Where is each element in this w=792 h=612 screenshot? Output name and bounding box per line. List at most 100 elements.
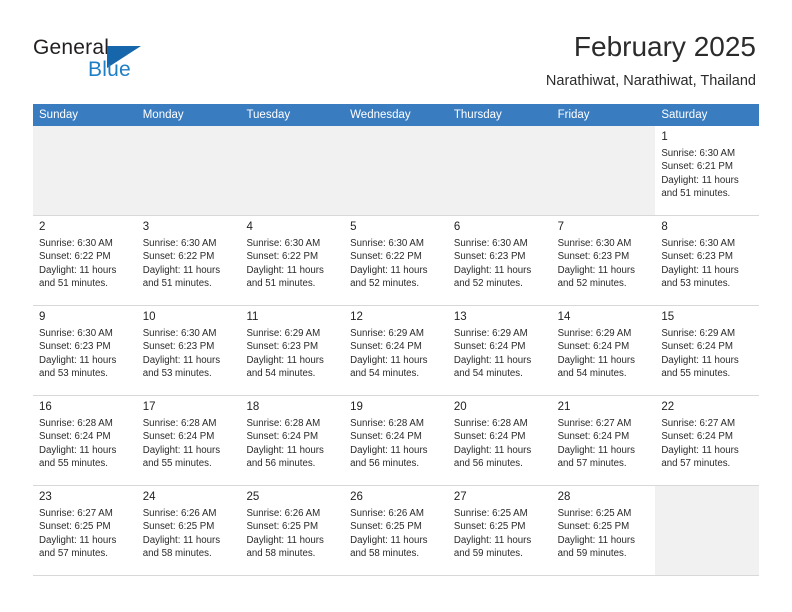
calendar-day-cell[interactable]: 27 Sunrise: 6:25 AM Sunset: 6:25 PM Dayligh… — [447, 486, 552, 575]
sunset-text: Sunset: 6:24 PM — [453, 341, 526, 353]
weekday-header-friday: Friday — [557, 109, 590, 121]
sunset-text: Sunset: 6:23 PM — [39, 341, 111, 353]
calendar-day-cell[interactable]: 2 Sunrise: 6:30 AM Sunset: 6:22 PM Daylight… — [33, 216, 137, 305]
sunrise-text: Sunrise: 6:29 AM — [453, 328, 528, 339]
day-number: 15 — [661, 311, 675, 323]
day-info — [240, 146, 345, 214]
calendar-day-cell[interactable]: 15 Sunrise: 6:29 AM Sunset: 6:24 PM Dayligh… — [655, 306, 760, 395]
calendar-day-cell[interactable]: 12 Sunrise: 6:29 AM Sunset: 6:24 PM Dayligh… — [344, 306, 448, 395]
calendar-day-cell[interactable]: 8 Sunrise: 6:30 AM Sunset: 6:23 PM Daylight… — [655, 216, 760, 305]
calendar-week-row: 9 Sunrise: 6:30 AM Sunset: 6:23 PM Daylight… — [33, 306, 760, 396]
day-number: 26 — [350, 491, 363, 503]
calendar-grid: Sunday Monday Tuesday Wednesday Thursday… — [33, 104, 760, 576]
sunrise-text: Sunrise: 6:29 AM — [350, 328, 424, 339]
sunrise-text: Sunrise: 6:30 AM — [661, 238, 736, 249]
daylight-text: Daylight: 11 hours and 56 minutes. — [246, 444, 324, 470]
daylight-text: Daylight: 11 hours and 56 minutes. — [350, 444, 428, 470]
calendar-day-cell[interactable]: 21 Sunrise: 6:27 AM Sunset: 6:24 PM Dayligh… — [551, 396, 656, 485]
calendar-day-cell[interactable]: 23 Sunrise: 6:27 AM Sunset: 6:25 PM Dayligh… — [33, 486, 137, 575]
calendar-day-cell[interactable]: 18 Sunrise: 6:28 AM Sunset: 6:24 PM Dayligh… — [240, 396, 345, 485]
day-number: 1 — [661, 131, 668, 143]
sunset-text: Sunset: 6:23 PM — [453, 251, 526, 263]
sunrise-text: Sunrise: 6:28 AM — [142, 418, 217, 429]
weekday-header-tuesday: Tuesday — [246, 109, 291, 121]
day-number: 7 — [557, 221, 564, 233]
daylight-text: Daylight: 11 hours and 53 minutes. — [661, 264, 739, 290]
calendar-day-cell[interactable]: 13 Sunrise: 6:29 AM Sunset: 6:24 PM Dayligh… — [447, 306, 552, 395]
day-number: 19 — [350, 401, 363, 413]
day-info: Sunrise: 6:30 AM Sunset: 6:22 PM Daylight:… — [136, 236, 241, 304]
general-blue-logo[interactable]: General Blue — [33, 36, 253, 88]
sunset-text: Sunset: 6:24 PM — [350, 341, 422, 353]
day-number: 14 — [557, 311, 571, 323]
calendar-day-empty — [344, 126, 448, 215]
day-info: Sunrise: 6:28 AM Sunset: 6:24 PM Daylight:… — [344, 416, 448, 484]
day-number: 8 — [661, 221, 668, 233]
sunrise-text: Sunrise: 6:27 AM — [661, 418, 736, 429]
day-info: Sunrise: 6:30 AM Sunset: 6:22 PM Daylight:… — [33, 236, 137, 304]
sunset-text: Sunset: 6:23 PM — [246, 341, 319, 353]
logo-text-blue: Blue — [88, 58, 131, 81]
day-number — [655, 486, 759, 506]
calendar-day-empty — [240, 126, 345, 215]
sunset-text: Sunset: 6:22 PM — [142, 251, 215, 263]
calendar-day-cell[interactable]: 16 Sunrise: 6:28 AM Sunset: 6:24 PM Dayligh… — [33, 396, 137, 485]
day-info: Sunrise: 6:27 AM Sunset: 6:24 PM Daylight:… — [655, 416, 760, 484]
page-title: February 2025 — [573, 31, 756, 62]
calendar-day-cell[interactable]: 19 Sunrise: 6:28 AM Sunset: 6:24 PM Dayligh… — [344, 396, 448, 485]
sunset-text: Sunset: 6:22 PM — [39, 251, 111, 263]
day-info: Sunrise: 6:26 AM Sunset: 6:25 PM Daylight:… — [344, 506, 448, 574]
daylight-text: Daylight: 11 hours and 55 minutes. — [142, 444, 221, 470]
day-info: Sunrise: 6:30 AM Sunset: 6:23 PM Daylight:… — [655, 236, 760, 304]
page-subtitle: Narathiwat, Narathiwat, Thailand — [545, 73, 756, 89]
day-info: Sunrise: 6:29 AM Sunset: 6:24 PM Daylight:… — [344, 326, 448, 394]
calendar-day-cell[interactable]: 9 Sunrise: 6:30 AM Sunset: 6:23 PM Daylight… — [33, 306, 137, 395]
sunrise-text: Sunrise: 6:26 AM — [142, 508, 217, 519]
calendar-day-cell[interactable]: 25 Sunrise: 6:26 AM Sunset: 6:25 PM Dayligh… — [240, 486, 345, 575]
day-number: 5 — [350, 221, 357, 233]
day-info: Sunrise: 6:30 AM Sunset: 6:23 PM Daylight:… — [136, 326, 241, 394]
day-number: 2 — [39, 221, 46, 233]
calendar-day-cell[interactable]: 24 Sunrise: 6:26 AM Sunset: 6:25 PM Dayligh… — [136, 486, 241, 575]
calendar-day-cell[interactable]: 28 Sunrise: 6:25 AM Sunset: 6:25 PM Dayligh… — [551, 486, 656, 575]
sunrise-text: Sunrise: 6:30 AM — [142, 238, 217, 249]
sunrise-text: Sunrise: 6:25 AM — [453, 508, 528, 519]
day-info: Sunrise: 6:28 AM Sunset: 6:24 PM Daylight:… — [136, 416, 241, 484]
daylight-text: Daylight: 11 hours and 57 minutes. — [661, 444, 739, 470]
day-info: Sunrise: 6:28 AM Sunset: 6:24 PM Daylight:… — [33, 416, 137, 484]
day-info — [655, 506, 760, 574]
daylight-text: Daylight: 11 hours and 54 minutes. — [453, 354, 532, 380]
calendar-day-cell[interactable]: 7 Sunrise: 6:30 AM Sunset: 6:23 PM Daylight… — [551, 216, 656, 305]
calendar-day-cell[interactable]: 6 Sunrise: 6:30 AM Sunset: 6:23 PM Daylight… — [447, 216, 552, 305]
weekday-header-thursday: Thursday — [453, 109, 502, 121]
daylight-text: Daylight: 11 hours and 55 minutes. — [661, 354, 739, 380]
day-info: Sunrise: 6:30 AM Sunset: 6:21 PM Daylight:… — [655, 146, 760, 214]
calendar-week-row: 16 Sunrise: 6:28 AM Sunset: 6:24 PM Dayligh… — [33, 396, 760, 486]
calendar-day-cell[interactable]: 20 Sunrise: 6:28 AM Sunset: 6:24 PM Dayligh… — [447, 396, 552, 485]
calendar-day-cell[interactable]: 4 Sunrise: 6:30 AM Sunset: 6:22 PM Daylight… — [240, 216, 345, 305]
calendar-day-cell[interactable]: 14 Sunrise: 6:29 AM Sunset: 6:24 PM Dayligh… — [551, 306, 656, 395]
calendar-day-cell[interactable]: 10 Sunrise: 6:30 AM Sunset: 6:23 PM Dayligh… — [136, 306, 241, 395]
daylight-text: Daylight: 11 hours and 53 minutes. — [39, 354, 117, 380]
day-info: Sunrise: 6:26 AM Sunset: 6:25 PM Daylight:… — [240, 506, 345, 574]
calendar-day-cell[interactable]: 3 Sunrise: 6:30 AM Sunset: 6:22 PM Daylight… — [136, 216, 241, 305]
sunrise-text: Sunrise: 6:28 AM — [350, 418, 424, 429]
sunset-text: Sunset: 6:23 PM — [557, 251, 630, 263]
calendar-day-cell[interactable]: 26 Sunrise: 6:26 AM Sunset: 6:25 PM Dayligh… — [344, 486, 448, 575]
sunrise-text: Sunrise: 6:27 AM — [557, 418, 632, 429]
calendar-day-cell[interactable]: 22 Sunrise: 6:27 AM Sunset: 6:24 PM Dayligh… — [655, 396, 760, 485]
day-number: 25 — [246, 491, 260, 503]
sunset-text: Sunset: 6:25 PM — [557, 521, 630, 533]
sunset-text: Sunset: 6:24 PM — [661, 431, 733, 443]
day-info: Sunrise: 6:27 AM Sunset: 6:24 PM Daylight:… — [551, 416, 656, 484]
calendar-day-cell[interactable]: 5 Sunrise: 6:30 AM Sunset: 6:22 PM Daylight… — [344, 216, 448, 305]
calendar-day-cell[interactable]: 1 Sunrise: 6:30 AM Sunset: 6:21 PM Daylight… — [655, 126, 760, 215]
calendar-day-cell[interactable]: 11 Sunrise: 6:29 AM Sunset: 6:23 PM Dayligh… — [240, 306, 345, 395]
calendar-day-cell[interactable]: 17 Sunrise: 6:28 AM Sunset: 6:24 PM Dayligh… — [136, 396, 241, 485]
daylight-text: Daylight: 11 hours and 58 minutes. — [350, 534, 428, 560]
daylight-text: Daylight: 11 hours and 52 minutes. — [350, 264, 428, 290]
sunset-text: Sunset: 6:24 PM — [142, 431, 215, 443]
weekday-header-sunday: Sunday — [39, 109, 79, 121]
day-info — [447, 146, 552, 214]
day-info: Sunrise: 6:30 AM Sunset: 6:23 PM Daylight:… — [551, 236, 656, 304]
